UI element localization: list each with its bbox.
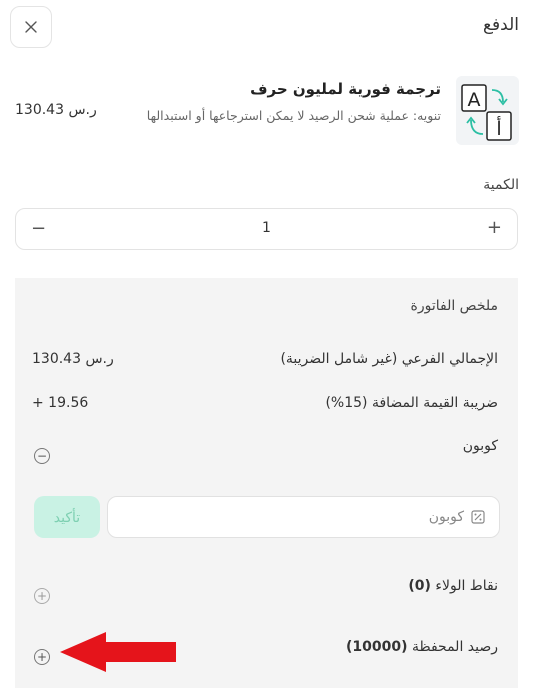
wallet-balance-label: رصيد المحفظة (10000) (346, 639, 498, 655)
loyalty-points-value: (0) (408, 578, 431, 594)
icon-letter-latin: A (468, 89, 481, 111)
subtotal-value: 130.43 ر.س (32, 351, 114, 367)
minus-icon: − (36, 449, 48, 463)
wallet-balance-value: (10000) (345, 639, 408, 655)
quantity-label: الكمية (483, 177, 519, 193)
close-button[interactable] (10, 6, 52, 48)
subtotal-label: الإجمالي الفرعي (غير شامل الضريبة) (280, 351, 498, 367)
vat-value: + 19.56 (32, 395, 89, 411)
quantity-value[interactable]: 1 (16, 220, 517, 236)
quantity-stepper: − 1 + (15, 208, 518, 250)
invoice-summary-title: ملخص الفاتورة (410, 298, 499, 314)
product-icon-tile: A أ (456, 76, 519, 145)
coupon-input[interactable]: كوبون (107, 496, 500, 538)
close-icon (25, 21, 37, 33)
plus-icon: + (36, 589, 48, 603)
wallet-balance-text: رصيد المحفظة (411, 639, 498, 655)
quantity-increase-button[interactable]: + (487, 217, 502, 238)
page-title: الدفع (482, 15, 519, 35)
coupon-collapse-button[interactable]: − (34, 448, 50, 464)
product-price: 130.43 ر.س (15, 102, 97, 118)
translate-icon: A أ (461, 84, 512, 141)
coupon-icon (471, 510, 485, 524)
coupon-placeholder: كوبون (428, 509, 464, 525)
product-name: ترجمة فورية لمليون حرف (250, 80, 441, 98)
loyalty-points-label: نقاط الولاء (0) (408, 578, 498, 594)
vat-label: ضريبة القيمة المضافة (15%) (325, 395, 498, 411)
loyalty-points-expand-button[interactable]: + (34, 588, 50, 604)
loyalty-points-text: نقاط الولاء (435, 578, 498, 594)
invoice-summary-panel: ملخص الفاتورة الإجمالي الفرعي (غير شامل … (15, 278, 518, 688)
confirm-coupon-button[interactable]: تأكيد (34, 496, 100, 538)
red-arrow-annotation (60, 632, 176, 672)
plus-icon: + (36, 650, 48, 664)
icon-letter-arabic: أ (496, 116, 501, 140)
coupon-label: كوبون (462, 438, 498, 454)
product-note: تنويه: عملية شحن الرصيد لا يمكن استرجاعه… (146, 108, 441, 123)
wallet-balance-expand-button[interactable]: + (34, 649, 50, 665)
